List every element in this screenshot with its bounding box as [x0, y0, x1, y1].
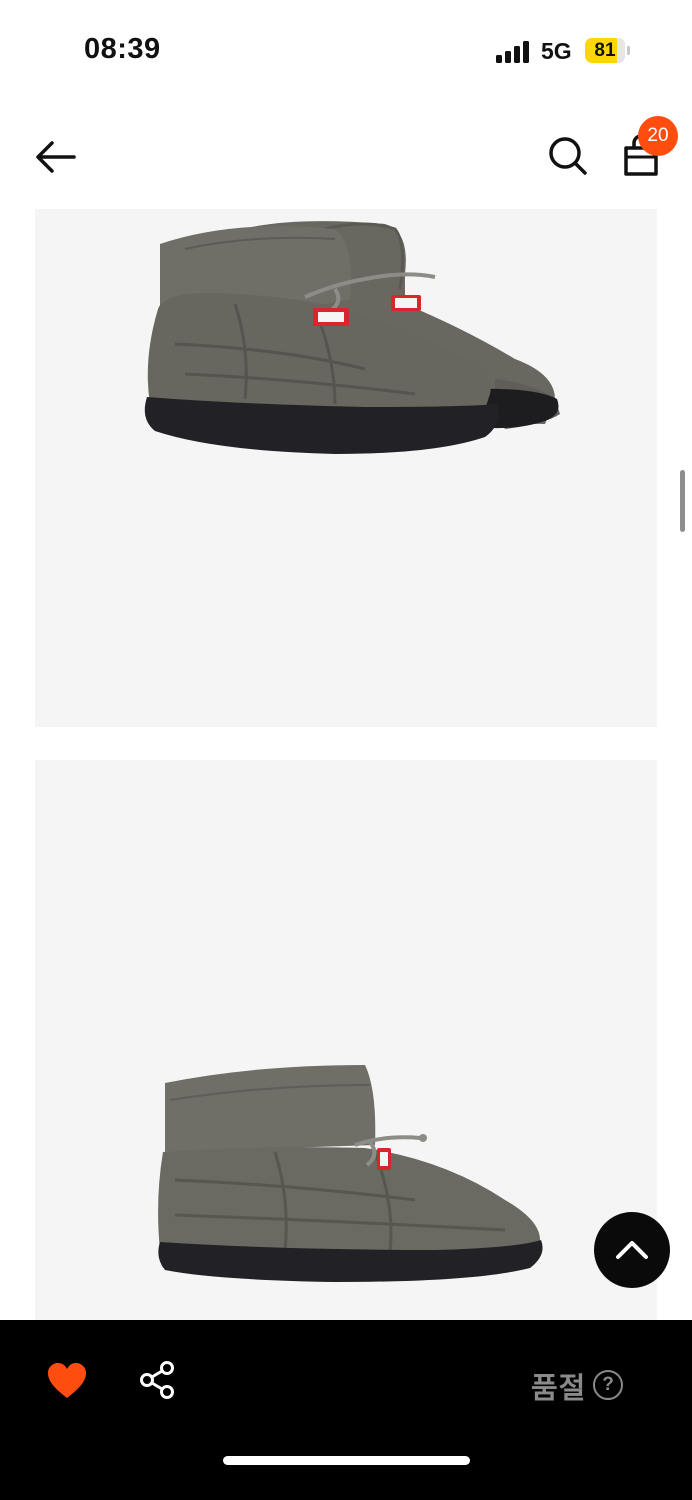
share-button[interactable]: [138, 1360, 178, 1400]
home-indicator: [223, 1456, 470, 1465]
status-bar: 08:39 5G 81: [0, 0, 692, 100]
help-icon[interactable]: ?: [593, 1370, 623, 1400]
quilted-boot-side-image: [158, 1065, 543, 1282]
network-type: 5G: [541, 38, 572, 64]
scroll-to-top-button[interactable]: [594, 1212, 670, 1288]
sold-out-label: 품절: [531, 1373, 587, 1405]
scroll-indicator[interactable]: [680, 470, 685, 532]
battery-icon: 81: [585, 38, 631, 63]
quilted-boots-pair-image: [144, 221, 560, 454]
product-image-2[interactable]: [35, 760, 657, 1320]
product-image-1[interactable]: [35, 209, 657, 727]
status-time: 08:39: [84, 33, 161, 65]
share-icon: [140, 1361, 174, 1399]
bottom-action-bar: 품절 ?: [0, 1320, 692, 1500]
heart-icon: [48, 1363, 86, 1398]
search-icon: [549, 137, 587, 175]
battery-level: 81: [594, 40, 616, 61]
arrow-left-icon: [36, 141, 76, 173]
search-button[interactable]: [544, 132, 592, 180]
back-button[interactable]: [30, 135, 82, 179]
cellular-signal-icon: [496, 41, 529, 63]
cart-count-badge: 20: [638, 116, 678, 156]
top-navigation: [0, 110, 692, 205]
like-button[interactable]: [46, 1362, 88, 1400]
chevron-up-icon: [616, 1241, 648, 1259]
